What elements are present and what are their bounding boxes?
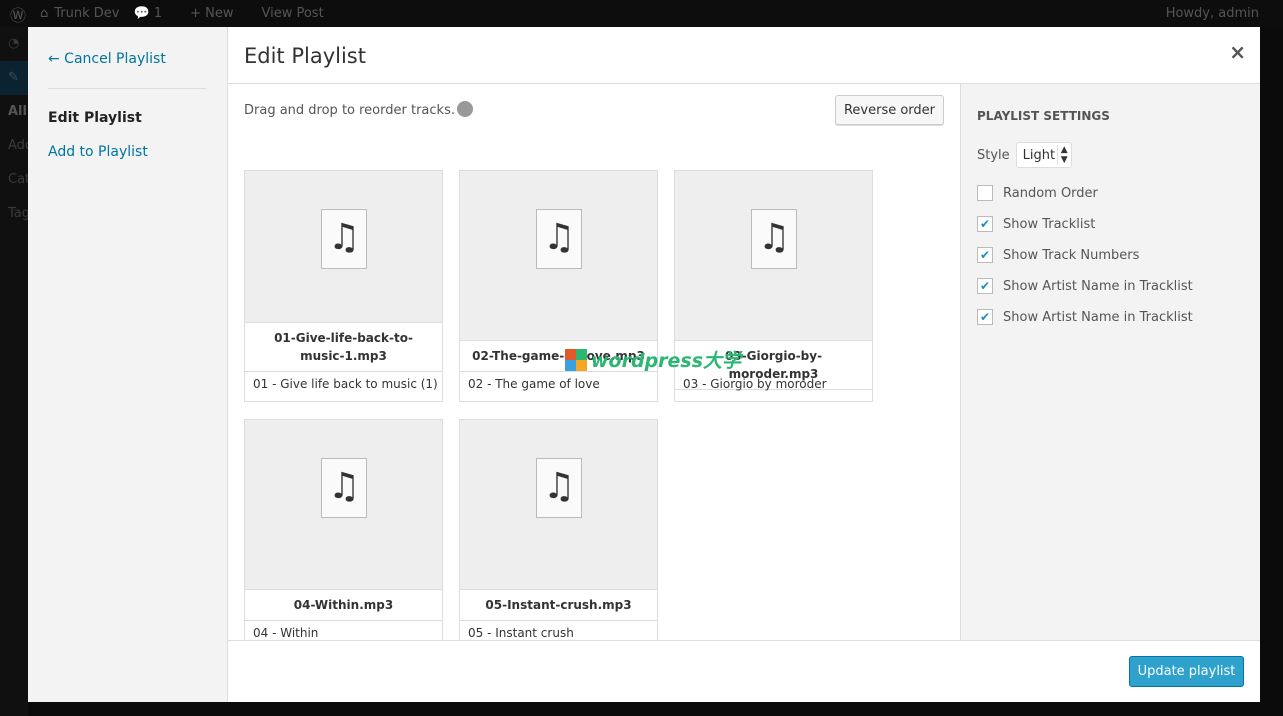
- track-card[interactable]: ♫ 04-Within.mp3 04 - Within: [244, 419, 443, 651]
- setting-option[interactable]: ✔ Show Tracklist: [977, 216, 1095, 232]
- checkbox[interactable]: ✔: [977, 309, 993, 325]
- setting-option[interactable]: ✔ Show Artist Name in Tracklist: [977, 278, 1193, 294]
- audio-file-icon: ♫: [536, 458, 582, 518]
- setting-option[interactable]: Random Order: [977, 185, 1098, 201]
- new-label: New: [205, 6, 234, 21]
- sidebar-item-all[interactable]: All: [0, 95, 28, 129]
- close-icon[interactable]: ×: [1229, 40, 1246, 64]
- wp-admin-sidebar: ◔ ✎ All Add Cat Tag: [0, 27, 28, 716]
- dashboard-icon[interactable]: ◔: [0, 27, 28, 61]
- modal-footer: Update playlist: [228, 640, 1260, 702]
- sidebar-item-tags[interactable]: Tag: [0, 197, 28, 231]
- track-thumbnail: ♫: [245, 171, 442, 323]
- checkbox[interactable]: [977, 185, 993, 201]
- reverse-order-button[interactable]: Reverse order: [835, 95, 944, 125]
- style-row: Style Light ▲ ▼: [977, 142, 1072, 168]
- hint-text: Drag and drop to reorder tracks.: [244, 103, 455, 118]
- track-thumbnail: ♫: [245, 420, 442, 590]
- admin-bar: Ⓦ ⌂ Trunk Dev 💬 1 + New View Post Howdy,…: [0, 0, 1283, 27]
- sidebar-item-add[interactable]: Add: [0, 129, 28, 163]
- track-thumbnail: ♫: [675, 171, 872, 341]
- sidebar-item-categories[interactable]: Cat: [0, 163, 28, 197]
- posts-icon[interactable]: ✎: [0, 61, 28, 95]
- track-card[interactable]: ♫ 01-Give-life-back-to-music-1.mp3 01 - …: [244, 170, 443, 402]
- home-icon: ⌂: [40, 6, 49, 21]
- track-caption[interactable]: 01 - Give life back to music (1): [245, 367, 442, 401]
- track-card[interactable]: ♫ 05-Instant-crush.mp3 05 - Instant crus…: [459, 419, 658, 651]
- audio-file-icon: ♫: [321, 458, 367, 518]
- howdy-link[interactable]: Howdy, admin: [1166, 6, 1259, 21]
- update-playlist-button[interactable]: Update playlist: [1129, 656, 1244, 687]
- style-label: Style: [977, 147, 1010, 163]
- menu-separator: [48, 88, 206, 89]
- view-post-link[interactable]: View Post: [262, 6, 324, 21]
- select-arrows-icon: ▲ ▼: [1056, 145, 1071, 165]
- comments-link[interactable]: 💬 1: [134, 6, 177, 21]
- media-menu: ← Cancel Playlist Edit Playlist Add to P…: [28, 27, 228, 702]
- setting-option[interactable]: ✔ Show Artist Name in Tracklist: [977, 309, 1193, 325]
- audio-file-icon: ♫: [751, 209, 797, 269]
- audio-file-icon: ♫: [321, 209, 367, 269]
- checkbox[interactable]: ✔: [977, 247, 993, 263]
- comment-count: 1: [153, 6, 163, 21]
- track-thumbnail: ♫: [460, 420, 657, 590]
- option-label: Show Artist Name in Tracklist: [1003, 309, 1193, 325]
- style-value: Light: [1022, 147, 1056, 163]
- option-label: Show Tracklist: [1003, 216, 1096, 232]
- watermark-text: wordpress大学: [591, 350, 742, 372]
- style-select[interactable]: Light ▲ ▼: [1015, 142, 1072, 168]
- site-name-link[interactable]: Trunk Dev: [54, 6, 119, 21]
- option-label: Show Track Numbers: [1003, 247, 1140, 263]
- menu-item-edit-playlist[interactable]: Edit Playlist: [48, 110, 142, 126]
- checkbox[interactable]: ✔: [977, 278, 993, 294]
- menu-item-add-to-playlist[interactable]: Add to Playlist: [48, 144, 148, 160]
- option-label: Random Order: [1003, 185, 1098, 201]
- checkbox[interactable]: ✔: [977, 216, 993, 232]
- watermark: wordpress大学: [565, 346, 741, 373]
- modal-header: Edit Playlist ×: [228, 27, 1260, 84]
- track-filename: 01-Give-life-back-to-music-1.mp3: [245, 323, 442, 372]
- settings-heading: PLAYLIST SETTINGS: [977, 109, 1110, 123]
- loading-spinner-icon: [456, 101, 473, 117]
- cancel-playlist-link[interactable]: ← Cancel Playlist: [48, 51, 166, 67]
- setting-option[interactable]: ✔ Show Track Numbers: [977, 247, 1139, 263]
- watermark-logo: [565, 348, 587, 371]
- page-title: Edit Playlist: [244, 44, 366, 68]
- wordpress-logo-icon[interactable]: Ⓦ: [10, 2, 26, 26]
- track-thumbnail: ♫: [460, 171, 657, 341]
- audio-file-icon: ♫: [536, 209, 582, 269]
- playlist-settings: PLAYLIST SETTINGS Style Light ▲ ▼ Random O…: [960, 84, 1260, 640]
- reorder-hint: Drag and drop to reorder tracks.: [244, 101, 473, 118]
- new-link[interactable]: + New: [190, 6, 247, 21]
- option-label: Show Artist Name in Tracklist: [1003, 278, 1193, 294]
